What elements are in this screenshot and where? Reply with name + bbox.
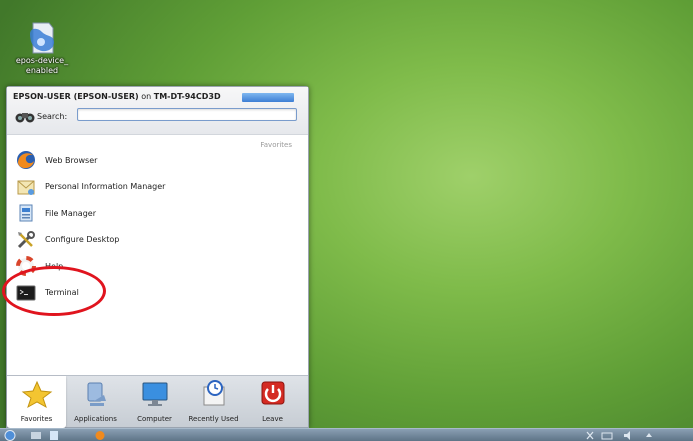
kickoff-launcher-icon[interactable] xyxy=(4,430,16,441)
favorite-label: Help xyxy=(45,261,64,271)
terminal-icon xyxy=(15,282,37,304)
kickoff-tabbar: Favorites Applications Computer Recently… xyxy=(7,375,308,428)
favorite-help[interactable]: Help xyxy=(7,253,307,280)
favorite-label: Terminal xyxy=(45,288,79,298)
desktop-icon-epos-device[interactable]: epos-device_ enabled xyxy=(14,20,70,76)
firefox-icon xyxy=(15,149,37,171)
on-text: on xyxy=(141,92,152,101)
tab-label: Applications xyxy=(74,415,117,423)
tray-arrow-icon[interactable] xyxy=(645,430,653,441)
distro-badge xyxy=(242,93,294,102)
file-manager-launcher-icon[interactable] xyxy=(48,430,60,441)
lifebuoy-icon xyxy=(15,255,37,277)
favorite-label: Configure Desktop xyxy=(45,235,120,245)
tab-favorites[interactable]: Favorites xyxy=(7,376,66,428)
file-manager-icon xyxy=(15,202,37,224)
favorite-file-manager[interactable]: File Manager xyxy=(7,200,307,227)
search-label: Search: xyxy=(37,112,68,121)
tab-label: Leave xyxy=(262,415,283,423)
user-name: EPSON-USER (EPSON-USER) xyxy=(13,92,139,101)
favorite-configure-desktop[interactable]: Configure Desktop xyxy=(7,227,307,254)
tab-applications[interactable]: Applications xyxy=(66,376,125,428)
tab-label: Computer xyxy=(137,415,172,423)
tab-recently-used[interactable]: Recently Used xyxy=(184,376,243,428)
star-icon xyxy=(21,380,52,409)
favorite-label: Personal Information Manager xyxy=(45,182,166,192)
kickoff-menu: EPSON-USER (EPSON-USER) on TM-DT-94CD3D … xyxy=(6,86,309,428)
tray-close-icon[interactable] xyxy=(585,430,595,441)
tab-label: Recently Used xyxy=(188,415,239,423)
favorite-terminal[interactable]: Terminal xyxy=(7,280,307,307)
favorite-web-browser[interactable]: Web Browser xyxy=(7,147,307,174)
power-icon xyxy=(261,381,284,405)
tab-computer[interactable]: Computer xyxy=(125,376,184,428)
taskbar xyxy=(0,428,693,441)
browser-launcher-icon[interactable] xyxy=(94,430,106,441)
volume-icon[interactable] xyxy=(622,430,636,441)
favorite-label: Web Browser xyxy=(45,155,98,165)
host-name: TM-DT-94CD3D xyxy=(153,92,221,101)
show-desktop-icon[interactable] xyxy=(30,430,42,441)
computer-icon xyxy=(142,382,167,406)
user-host-title: EPSON-USER (EPSON-USER) on TM-DT-94CD3D xyxy=(13,92,221,101)
favorites-list: Web Browser Personal Information Manager… xyxy=(7,147,307,306)
tab-label: Favorites xyxy=(20,415,53,423)
applications-icon xyxy=(87,382,106,406)
pim-icon xyxy=(15,176,37,198)
tools-icon xyxy=(15,229,37,251)
favorite-pim[interactable]: Personal Information Manager xyxy=(7,174,307,201)
script-file-icon xyxy=(30,22,54,54)
clock-icon xyxy=(203,380,224,406)
binoculars-icon xyxy=(15,113,35,123)
search-input[interactable] xyxy=(77,108,297,121)
network-icon[interactable] xyxy=(600,430,614,441)
tab-leave[interactable]: Leave xyxy=(243,376,302,428)
desktop-icon-label: epos-device_ enabled xyxy=(15,56,69,75)
favorite-label: File Manager xyxy=(45,208,96,218)
kickoff-header: EPSON-USER (EPSON-USER) on TM-DT-94CD3D … xyxy=(7,87,308,135)
